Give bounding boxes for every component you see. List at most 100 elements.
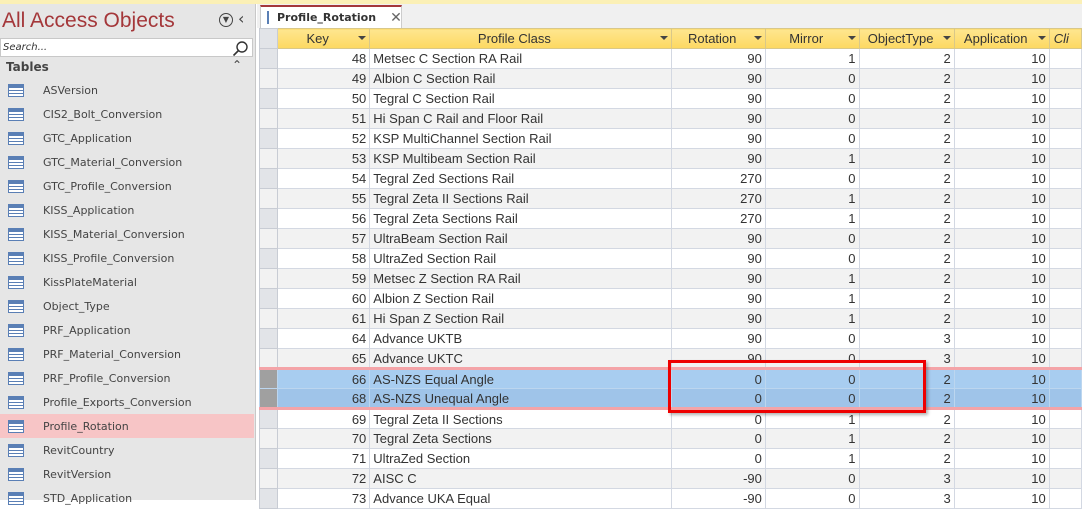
row-selector[interactable] [258,288,279,309]
cell-mirror[interactable]: 0 [764,128,860,149]
row-selector[interactable] [258,468,279,489]
table-row[interactable]: 50 Tegral C Section Rail 90 0 2 10 [258,88,1082,109]
cell-cli[interactable] [1048,428,1082,449]
row-selector[interactable] [258,388,279,410]
row-selector[interactable] [258,348,279,369]
cell-key[interactable]: 58 [277,248,371,269]
cell-application[interactable]: 10 [953,208,1050,229]
table-row[interactable]: 59 Metsec Z Section RA Rail 90 1 2 10 [258,268,1082,289]
row-selector[interactable] [258,428,279,449]
cell-profile-class[interactable]: Advance UKA Equal [369,488,672,509]
table-row[interactable]: 51 Hi Span C Rail and Floor Rail 90 0 2 10 [258,108,1082,129]
table-row[interactable]: 73 Advance UKA Equal -90 0 3 10 [258,488,1082,509]
nav-item-prf-profile-conversion[interactable]: PRF_Profile_Conversion [0,366,254,390]
cell-profile-class[interactable]: Tegral Zeta II Sections Rail [369,188,672,209]
row-selector[interactable] [258,168,279,189]
cell-object-type[interactable]: 3 [858,328,955,349]
column-header-key[interactable]: Key [277,28,371,49]
cell-object-type[interactable]: 2 [858,228,955,249]
tables-group-header[interactable]: Tables [6,60,49,74]
cell-application[interactable]: 10 [953,128,1050,149]
row-selector[interactable] [258,328,279,349]
cell-object-type[interactable]: 2 [858,208,955,229]
cell-key[interactable]: 55 [277,188,371,209]
row-selector[interactable] [258,68,279,89]
cell-cli[interactable] [1048,468,1082,489]
cell-mirror[interactable]: 0 [764,228,860,249]
cell-mirror[interactable]: 0 [764,68,860,89]
cell-profile-class[interactable]: Metsec Z Section RA Rail [369,268,672,289]
filter-dropdown-icon[interactable] [1037,36,1046,40]
cell-profile-class[interactable]: AS-NZS Equal Angle [369,367,672,389]
row-selector[interactable] [258,48,279,69]
cell-cli[interactable] [1048,328,1082,349]
cell-cli[interactable] [1048,48,1082,69]
cell-rotation[interactable]: 0 [670,448,766,469]
cell-key[interactable]: 59 [277,268,371,289]
cell-application[interactable]: 10 [953,148,1050,169]
nav-menu-icon[interactable]: ▼ [219,13,233,27]
nav-item-gtc-application[interactable]: GTC_Application [0,126,254,150]
cell-profile-class[interactable]: Tegral C Section Rail [369,88,672,109]
cell-application[interactable]: 10 [953,408,1050,429]
cell-profile-class[interactable]: Metsec C Section RA Rail [369,48,672,69]
cell-rotation[interactable]: 270 [670,168,766,189]
tab-profile-rotation[interactable]: Profile_Rotation ✕ [260,5,402,28]
cell-key[interactable]: 71 [277,448,371,469]
cell-rotation[interactable]: 90 [670,268,766,289]
cell-profile-class[interactable]: Hi Span Z Section Rail [369,308,672,329]
cell-object-type[interactable]: 2 [858,168,955,189]
cell-rotation[interactable]: 90 [670,48,766,69]
nav-item-prf-material-conversion[interactable]: PRF_Material_Conversion [0,342,254,366]
row-selector[interactable] [258,367,279,389]
cell-profile-class[interactable]: UltraZed Section Rail [369,248,672,269]
cell-application[interactable]: 10 [953,188,1050,209]
shutter-bar-close-icon[interactable]: ‹ [238,9,244,28]
cell-key[interactable]: 56 [277,208,371,229]
collapse-group-icon[interactable]: ⌃ [232,58,242,72]
cell-application[interactable]: 10 [953,468,1050,489]
cell-mirror[interactable]: 1 [764,48,860,69]
cell-cli[interactable] [1048,88,1082,109]
table-row[interactable]: 54 Tegral Zed Sections Rail 270 0 2 10 [258,168,1082,189]
cell-object-type[interactable]: 2 [858,248,955,269]
cell-key[interactable]: 66 [277,367,371,389]
cell-mirror[interactable]: 0 [764,468,860,489]
cell-object-type[interactable]: 2 [858,268,955,289]
cell-object-type[interactable]: 3 [858,468,955,489]
cell-mirror[interactable]: 0 [764,328,860,349]
cell-profile-class[interactable]: Albion Z Section Rail [369,288,672,309]
cell-cli[interactable] [1048,448,1082,469]
cell-application[interactable]: 10 [953,488,1050,509]
cell-cli[interactable] [1048,348,1082,369]
cell-key[interactable]: 72 [277,468,371,489]
row-selector[interactable] [258,188,279,209]
cell-key[interactable]: 68 [277,388,371,410]
column-header-application[interactable]: Application [953,28,1050,49]
table-row[interactable]: 60 Albion Z Section Rail 90 1 2 10 [258,288,1082,309]
row-selector[interactable] [258,488,279,509]
cell-application[interactable]: 10 [953,448,1050,469]
row-selector[interactable] [258,208,279,229]
row-selector[interactable] [258,268,279,289]
cell-cli[interactable] [1048,388,1082,410]
cell-cli[interactable] [1048,108,1082,129]
table-row[interactable]: 71 UltraZed Section 0 1 2 10 [258,448,1082,469]
search-icon[interactable] [232,40,249,57]
table-row[interactable]: 61 Hi Span Z Section Rail 90 1 2 10 [258,308,1082,329]
nav-item-kiss-material-conversion[interactable]: KISS_Material_Conversion [0,222,254,246]
cell-profile-class[interactable]: UltraZed Section [369,448,672,469]
cell-cli[interactable] [1048,68,1082,89]
cell-object-type[interactable]: 2 [858,148,955,169]
cell-key[interactable]: 73 [277,488,371,509]
cell-cli[interactable] [1048,288,1082,309]
cell-cli[interactable] [1048,208,1082,229]
cell-mirror[interactable]: 0 [764,168,860,189]
nav-item-cis2-bolt-conversion[interactable]: CIS2_Bolt_Conversion [0,102,254,126]
cell-application[interactable]: 10 [953,388,1050,410]
cell-key[interactable]: 57 [277,228,371,249]
search-input[interactable]: Search... [0,38,253,57]
table-row[interactable]: 70 Tegral Zeta Sections 0 1 2 10 [258,428,1082,449]
nav-item-std-application[interactable]: STD_Application [0,486,254,510]
cell-object-type[interactable]: 2 [858,88,955,109]
